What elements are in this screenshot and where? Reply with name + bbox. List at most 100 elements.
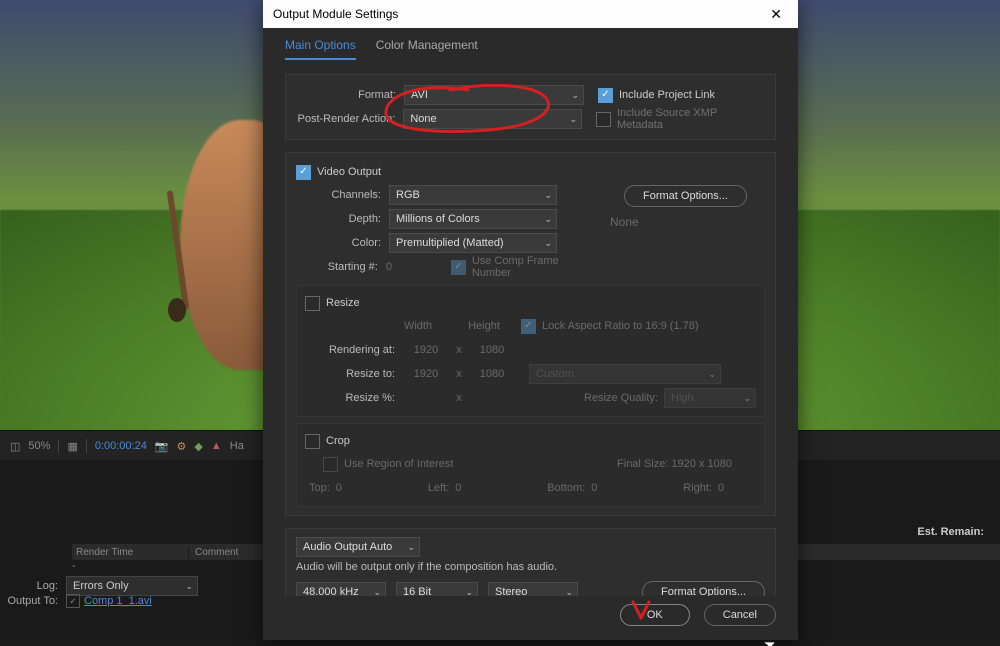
video-format-options-button[interactable]: Format Options... [624, 185, 747, 207]
depth-label: Depth: [296, 213, 389, 225]
timecode[interactable]: 0:00:00:24 [95, 440, 147, 452]
starting-value: 0 [386, 261, 423, 273]
bg-tail-tip [168, 298, 186, 322]
dialog-titlebar[interactable]: Output Module Settings ✕ [263, 0, 798, 28]
video-format-options-value: None [606, 215, 765, 229]
audio-format-options-button[interactable]: Format Options... [642, 581, 765, 596]
include-project-link-label: Include Project Link [619, 89, 715, 101]
chevron-down-icon: ⌄ [465, 587, 473, 597]
channels-select[interactable]: RGB ⌄ [389, 185, 557, 205]
audio-sample-rate-select[interactable]: 48.000 kHz ⌄ [296, 582, 386, 596]
channels-label: Channels: [296, 189, 389, 201]
queue-col-comment[interactable]: Comment [189, 547, 238, 558]
resize-panel: Resize Width Height Lock Aspect Ratio to… [296, 285, 765, 417]
resize-quality-label: Resize Quality: [515, 392, 664, 404]
crop-checkbox[interactable] [305, 434, 320, 449]
color-label: Color: [296, 237, 389, 249]
include-xmp-label: Include Source XMP Metadata [617, 107, 765, 131]
close-icon[interactable]: ✕ [764, 4, 788, 25]
include-xmp-checkbox[interactable] [596, 112, 611, 127]
resize-checkbox[interactable] [305, 296, 320, 311]
tab-main-options[interactable]: Main Options [285, 38, 356, 60]
audio-bit-depth-select[interactable]: 16 Bit ⌄ [396, 582, 478, 596]
crop-bottom-label: Bottom: [547, 482, 585, 494]
depth-select[interactable]: Millions of Colors ⌄ [389, 209, 557, 229]
video-panel: Video Output Channels: RGB ⌄ Depth: Mi [285, 152, 776, 516]
rendering-at-width: 1920 [403, 344, 449, 356]
red-icon[interactable]: ▲ [211, 440, 222, 452]
chevron-down-icon: ⌄ [407, 542, 415, 553]
x-sep-3: x [449, 392, 469, 404]
video-output-checkbox[interactable] [296, 165, 311, 180]
audio-channels-select[interactable]: Stereo ⌄ [488, 582, 578, 596]
green-icon[interactable]: ◆ [194, 440, 202, 453]
resize-to-height: 1080 [469, 368, 515, 380]
color-select[interactable]: Premultiplied (Matted) ⌄ [389, 233, 557, 253]
lock-aspect-label: Lock Aspect Ratio to 16:9 (1.78) [542, 320, 699, 332]
resize-quality-select: High ⌄ [664, 388, 756, 408]
crop-bottom-value: 0 [591, 482, 629, 494]
resize-width-header: Width [395, 320, 441, 332]
format-select[interactable]: AVI ⌄ [404, 85, 584, 105]
resize-to-width: 1920 [403, 368, 449, 380]
crop-title: Crop [326, 435, 350, 447]
rendering-at-label: Rendering at: [305, 344, 403, 356]
resize-height-header: Height [461, 320, 507, 332]
tabs: Main Options Color Management [263, 28, 798, 60]
output-module-settings-dialog: Output Module Settings ✕ Main Options Co… [263, 0, 798, 640]
chevron-down-icon: ⌄ [544, 214, 552, 225]
crop-top-value: 0 [336, 482, 374, 494]
output-to-link[interactable]: Comp 1_1.avi [84, 595, 152, 607]
crop-left-label: Left: [428, 482, 449, 494]
crop-top-label: Top: [309, 482, 330, 494]
crop-final-size: Final Size: 1920 x 1080 [617, 458, 756, 470]
chevron-down-icon: ⌄ [373, 587, 381, 597]
lock-aspect-checkbox [521, 319, 536, 334]
chevron-down-icon: ⌄ [544, 238, 552, 249]
nav-icon[interactable]: ⚙ [177, 440, 187, 453]
layers-icon[interactable]: ▦ [67, 440, 77, 453]
chevron-down-icon: ⌄ [743, 393, 751, 404]
chevron-down-icon: ⌄ [544, 190, 552, 201]
resize-to-label: Resize to: [305, 368, 403, 380]
resize-title: Resize [326, 297, 360, 309]
log-row: Log: Errors Only ⌄ [0, 576, 198, 596]
audio-panel: Audio Output Auto ⌄ Audio will be output… [285, 528, 776, 596]
include-project-link-checkbox[interactable] [598, 88, 613, 103]
format-label: Format: [296, 89, 404, 101]
dialog-footer: OK Cancel [263, 596, 798, 640]
audio-output-mode-select[interactable]: Audio Output Auto ⌄ [296, 537, 420, 557]
masks-icon[interactable]: ◫ [10, 440, 20, 453]
format-panel: Format: AVI ⌄ Include Project Link Post-… [285, 74, 776, 140]
audio-note: Audio will be output only if the composi… [296, 557, 765, 581]
post-render-select[interactable]: None ⌄ [403, 109, 582, 129]
zoom-value[interactable]: 50% [28, 440, 50, 452]
resize-to-preset-select: Custom ⌄ [529, 364, 721, 384]
ok-button[interactable]: OK [620, 604, 690, 626]
chevron-down-icon: ⌄ [565, 587, 573, 597]
rendering-at-height: 1080 [469, 344, 515, 356]
resize-pct-label: Resize %: [305, 392, 403, 404]
use-comp-frame-checkbox [451, 260, 466, 275]
crop-right-label: Right: [683, 482, 712, 494]
crop-panel: Crop Use Region of Interest Final Size: … [296, 423, 765, 507]
video-output-title: Video Output [317, 166, 381, 178]
x-sep-2: x [449, 368, 469, 380]
log-select[interactable]: Errors Only ⌄ [66, 576, 198, 596]
starting-label: Starting #: [296, 261, 386, 273]
snapshot-icon[interactable]: 📷 [155, 440, 169, 453]
crop-right-value: 0 [718, 482, 756, 494]
output-to-label: Output To: [0, 595, 66, 607]
cancel-button[interactable]: Cancel [704, 604, 776, 626]
est-remain-label: Est. Remain: [917, 526, 984, 538]
x-sep-1: x [449, 344, 469, 356]
use-roi-label: Use Region of Interest [344, 458, 453, 470]
hint-text: Ha [230, 440, 244, 452]
use-comp-frame-label: Use Comp Frame Number [472, 255, 596, 279]
chevron-down-icon: ⌄ [571, 90, 579, 101]
output-to-checkbox[interactable]: ✓ [66, 594, 80, 608]
tab-color-management[interactable]: Color Management [376, 38, 478, 60]
queue-row-dash: - [72, 560, 76, 576]
queue-col-render-time[interactable]: Render Time [72, 547, 189, 558]
output-to-row: Output To: ✓ Comp 1_1.avi [0, 594, 152, 608]
